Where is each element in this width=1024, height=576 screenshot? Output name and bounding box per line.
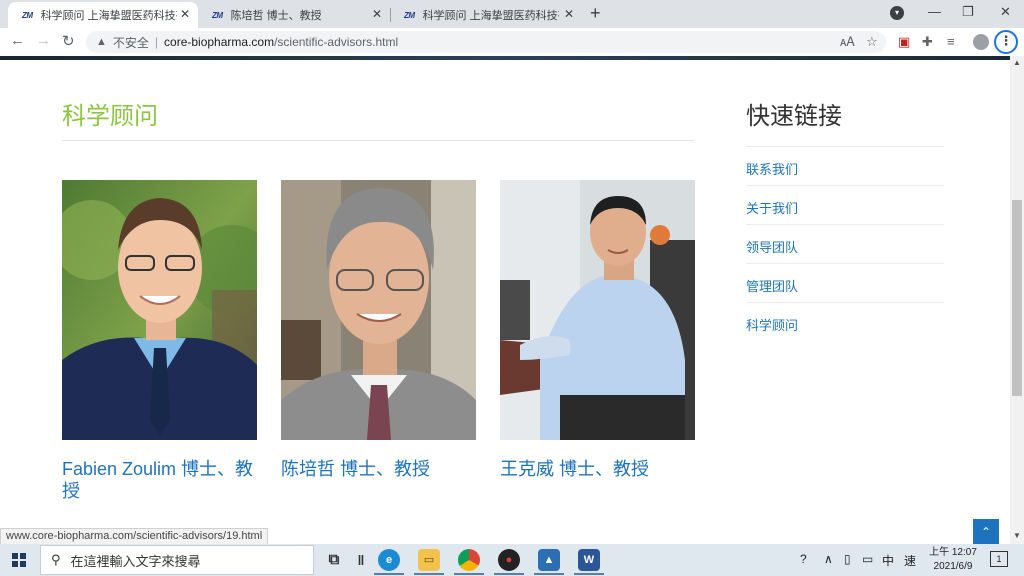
ime-language[interactable]: 中 — [882, 552, 894, 569]
url-host: core-biopharma.com — [164, 35, 275, 49]
active-app-indicator — [494, 573, 524, 575]
title-divider — [62, 140, 694, 141]
reload-icon[interactable]: ↻ — [62, 32, 75, 50]
site-favicon-icon: ZM — [212, 10, 223, 20]
profile-avatar-icon[interactable] — [973, 34, 989, 50]
reading-list-icon[interactable]: ≡ — [947, 34, 955, 49]
clock-date: 2021/6/9 — [933, 561, 973, 572]
bookmark-star-icon[interactable]: ☆ — [866, 34, 878, 50]
warning-icon[interactable]: ▲ — [96, 36, 107, 48]
tab-title: 科学顾问 上海挚盟医药科技有限 — [422, 10, 559, 22]
active-app-indicator — [414, 573, 444, 575]
close-tab-icon[interactable]: ✕ — [564, 7, 574, 21]
sidebar-title: 快速链接 — [746, 103, 842, 130]
scroll-down-arrow-icon[interactable]: ▼ — [1013, 531, 1021, 540]
system-clock[interactable]: 上午 12:07 2021/6/9 — [924, 546, 982, 574]
forward-arrow-icon[interactable]: → — [36, 32, 51, 49]
sidebar-link-advisors[interactable]: 科学顾问 — [746, 302, 944, 341]
scroll-up-arrow-icon[interactable]: ▲ — [1013, 58, 1021, 67]
advisor-photo-zoulim[interactable] — [62, 180, 257, 440]
advisor-photo-chen[interactable] — [281, 180, 476, 440]
browser-menu-icon[interactable]: ⋮ — [994, 30, 1018, 54]
page-scrollbar[interactable]: ▲ ▼ — [1010, 56, 1024, 544]
quick-links-list: 联系我们 关于我们 领导团队 管理团队 科学顾问 — [746, 146, 944, 341]
search-icon: ⚲ — [51, 552, 61, 567]
taskbar-divider-icon: ‖ — [357, 552, 365, 568]
close-window-icon[interactable]: ✕ — [1000, 4, 1011, 20]
clock-time: 上午 12:07 — [929, 547, 977, 558]
address-bar[interactable]: ▲ 不安全 | core-biopharma.com /scientific-a… — [86, 31, 886, 53]
search-placeholder: 在這裡輸入文字來搜尋 — [70, 553, 201, 569]
windows-start-icon[interactable] — [12, 553, 26, 567]
sidebar-link-about[interactable]: 关于我们 — [746, 185, 944, 224]
site-favicon-icon: ZM — [404, 10, 415, 20]
sidebar-link-management[interactable]: 管理团队 — [746, 263, 944, 302]
translate-icon[interactable]: 🗚 — [840, 34, 855, 50]
tab-title: 陈培哲 博士、教授 — [230, 10, 322, 22]
omnibox-divider: | — [154, 35, 159, 49]
site-favicon-icon: ZM — [22, 10, 33, 20]
restore-icon[interactable]: ❐ — [962, 4, 974, 20]
chrome-browser-icon[interactable] — [458, 549, 480, 571]
extensions-puzzle-icon[interactable]: ✚ — [922, 34, 933, 50]
browser-toolbar: ← → ↻ ▲ 不安全 | core-biopharma.com /scient… — [0, 28, 1024, 56]
ime-mode[interactable]: 速 — [904, 552, 916, 569]
minimize-icon[interactable]: — — [928, 4, 941, 19]
web-page: 科学顾问 Fabien Zoulim 博士、教授 陈培哲 博士、教授 王克威 博… — [0, 56, 1010, 526]
active-app-indicator — [574, 573, 604, 575]
word-app-icon[interactable]: W — [578, 549, 600, 571]
help-icon[interactable]: ? — [800, 552, 807, 566]
task-view-icon[interactable]: ⧉ — [323, 549, 345, 571]
active-app-indicator — [374, 573, 404, 575]
tab-scientific-advisors[interactable]: ZM 科学顾问 上海挚盟医药科技有限 ✕ — [8, 2, 198, 28]
close-tab-icon[interactable]: ✕ — [372, 7, 382, 21]
tab-search-icon[interactable]: ▾ — [890, 6, 904, 20]
advisor-card[interactable] — [500, 180, 695, 440]
sidebar-link-leadership[interactable]: 领导团队 — [746, 224, 944, 263]
tab-title: 科学顾问 上海挚盟医药科技有限 — [40, 10, 177, 22]
edge-browser-icon[interactable]: e — [378, 549, 400, 571]
url-path: /scientific-advisors.html — [274, 35, 399, 49]
notification-center-icon[interactable]: 1 — [990, 551, 1008, 567]
sidebar-link-contact[interactable]: 联系我们 — [746, 146, 944, 185]
extension-shield-icon[interactable]: ▣ — [898, 34, 910, 50]
show-hidden-icons-chevron-icon[interactable]: ∧ — [824, 552, 833, 566]
photos-app-icon[interactable]: ▲ — [538, 549, 560, 571]
active-app-indicator — [454, 573, 484, 575]
new-tab-button[interactable]: + — [590, 3, 601, 24]
advisor-card[interactable] — [62, 180, 257, 440]
windows-taskbar: ⚲ 在這裡輸入文字來搜尋 ⧉ ‖ e ▭ ● ▲ W ? ∧ ▯ ▭ 中 速 上… — [0, 544, 1024, 576]
active-app-indicator — [534, 573, 564, 575]
device-icon[interactable]: ▯ — [844, 552, 851, 566]
page-title: 科学顾问 — [62, 103, 158, 130]
tab-strip: ZM 科学顾问 上海挚盟医药科技有限 ✕ ZM 陈培哲 博士、教授 ✕ ZM 科… — [0, 0, 1024, 28]
taskbar-search-input[interactable]: ⚲ 在這裡輸入文字來搜尋 — [40, 545, 314, 575]
close-tab-icon[interactable]: ✕ — [180, 7, 190, 21]
battery-icon[interactable]: ▭ — [862, 552, 873, 566]
back-to-top-button[interactable]: ⌃ — [973, 519, 999, 545]
media-player-icon[interactable]: ● — [498, 549, 520, 571]
advisor-card[interactable] — [281, 180, 476, 440]
advisor-name-link[interactable]: 王克威 博士、教授 — [500, 458, 695, 480]
file-explorer-icon[interactable]: ▭ — [418, 549, 440, 571]
tab-scientific-advisors-2[interactable]: ZM 科学顾问 上海挚盟医药科技有限 ✕ — [390, 2, 582, 28]
notification-count: 1 — [996, 554, 1002, 564]
advisor-name-link[interactable]: 陈培哲 博士、教授 — [281, 458, 476, 480]
advisor-photo-wang[interactable] — [500, 180, 695, 440]
advisor-name-link[interactable]: Fabien Zoulim 博士、教授 — [62, 458, 257, 502]
scrollbar-thumb[interactable] — [1012, 200, 1022, 396]
security-label[interactable]: 不安全 — [113, 34, 149, 51]
tab-chen-peijer[interactable]: ZM 陈培哲 博士、教授 ✕ — [198, 2, 390, 28]
link-hover-status: www.core-biopharma.com/scientific-adviso… — [0, 528, 269, 545]
back-arrow-icon[interactable]: ← — [10, 32, 25, 49]
header-banner-edge — [0, 56, 1010, 60]
